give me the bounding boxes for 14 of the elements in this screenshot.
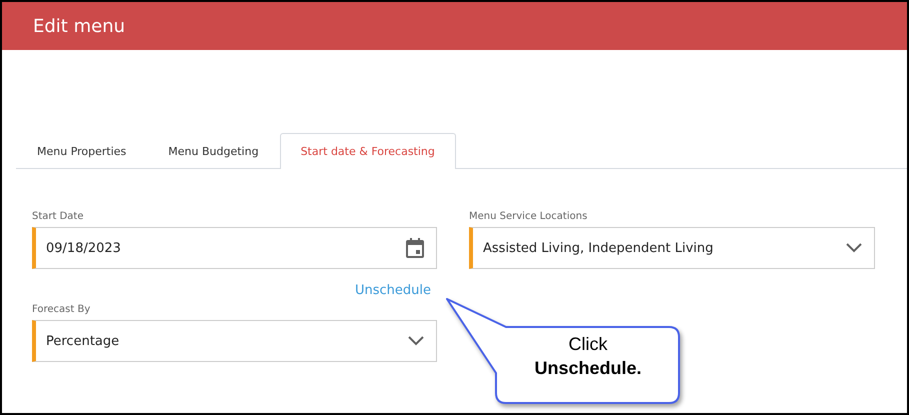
page-title: Edit menu — [33, 16, 126, 36]
date-field[interactable]: 09/18/2023 — [32, 227, 437, 269]
tab[interactable]: Start date & Forecasting — [280, 133, 456, 169]
tab[interactable]: Menu Budgeting — [147, 133, 280, 169]
field-label: Start Date — [32, 211, 85, 222]
callout-text: Click Unschedule. — [533, 333, 643, 380]
chevron-down-icon — [408, 336, 424, 346]
field-label: Menu Service Locations — [469, 211, 588, 222]
forecast-dropdown[interactable]: Percentage — [32, 320, 437, 362]
chevron-down-icon — [846, 243, 862, 253]
locations-dropdown[interactable]: Assisted Living, Independent Living — [469, 227, 875, 269]
tab[interactable]: Menu Properties — [16, 133, 148, 169]
field-label: Forecast By — [32, 304, 92, 315]
calendar-icon[interactable] — [406, 238, 424, 258]
